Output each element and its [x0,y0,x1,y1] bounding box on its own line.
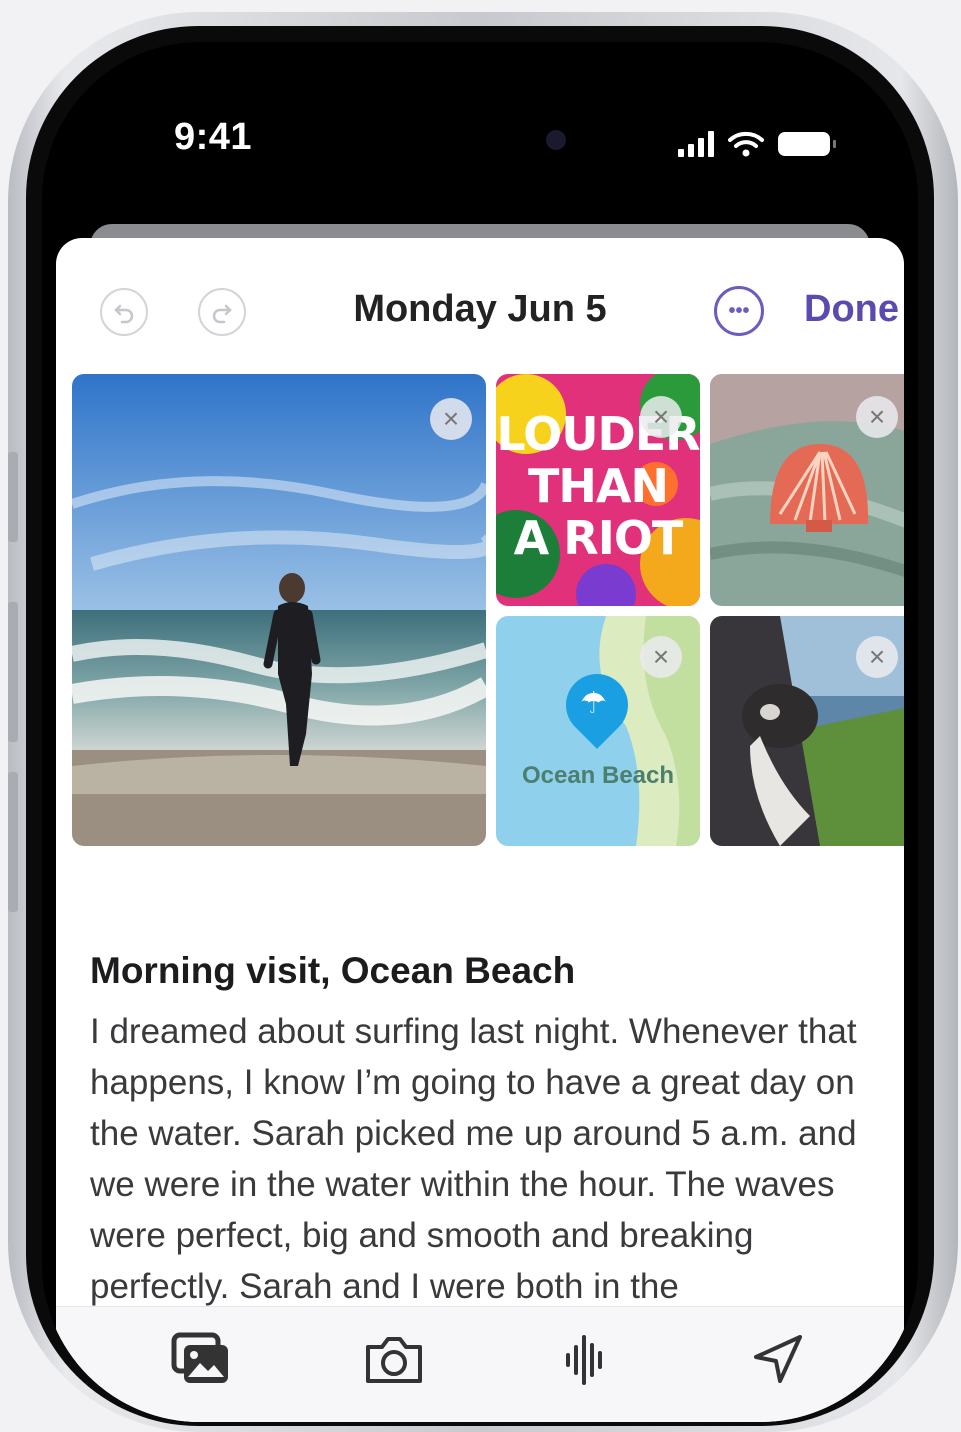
photo-library-icon [171,1332,228,1383]
remove-attachment-button[interactable]: × [640,396,682,438]
camera-dot [546,130,566,150]
status-time: 9:41 [174,116,253,158]
phone-screen: 9:41 Monday Jun 5 ••• Done × LOUDER THAN… [42,42,918,1422]
waveform-icon [566,1335,602,1385]
page-title: Monday Jun 5 [353,288,607,330]
remove-attachment-button[interactable]: × [856,636,898,678]
status-icons [678,124,836,164]
audio-recording-button[interactable] [554,1329,618,1389]
location-button[interactable] [746,1329,810,1389]
battery-icon [778,132,836,156]
close-icon: × [868,641,886,672]
umbrella-icon: ☂ [580,687,607,720]
attachment-music-album[interactable]: LOUDER THAN A RIOT × [496,374,700,606]
journal-entry-sheet: Monday Jun 5 ••• Done × LOUDER THAN A RI… [56,238,904,1422]
signal-icon [678,131,714,157]
entry-title[interactable]: Morning visit, Ocean Beach [90,950,575,992]
album-line-3: A RIOT [513,511,684,565]
entry-body-text[interactable]: I dreamed about surfing last night. When… [90,1006,890,1312]
remove-attachment-button[interactable]: × [640,636,682,678]
camera-button[interactable] [362,1329,426,1389]
camera-icon [366,1337,422,1383]
close-icon: × [442,403,460,434]
action-button [8,452,18,542]
nav-bar: Monday Jun 5 ••• Done [56,238,904,358]
more-button[interactable]: ••• [714,286,764,336]
dynamic-island [368,108,592,174]
volume-down-button [8,772,18,912]
album-line-2: THAN [528,459,669,513]
attachment-dog-photo[interactable]: × [710,616,904,846]
attachment-location-map[interactable]: ☂ Ocean Beach × [496,616,700,846]
attachment-toolbar [56,1306,904,1422]
attachment-shell-photo[interactable]: × [710,374,904,606]
photo-library-button[interactable] [170,1329,234,1389]
wifi-icon [728,131,764,157]
beach-photo-image [72,374,486,846]
close-icon: × [652,401,670,432]
volume-up-button [8,602,18,742]
remove-attachment-button[interactable]: × [856,396,898,438]
done-button[interactable]: Done [804,288,899,331]
remove-attachment-button[interactable]: × [430,398,472,440]
attachment-beach-photo[interactable]: × [72,374,486,846]
location-arrow-icon [754,1335,802,1383]
ellipsis-circle-icon: ••• [728,299,750,322]
close-icon: × [652,641,670,672]
map-place-label: Ocean Beach [521,762,675,789]
close-icon: × [868,401,886,432]
